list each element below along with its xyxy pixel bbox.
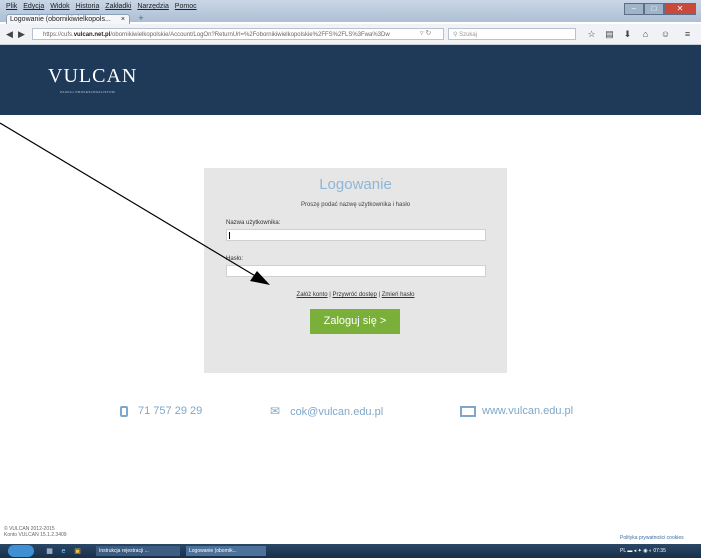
email-contact: ✉ cok@vulcan.edu.pl	[270, 400, 383, 423]
menu-item-bookmarks[interactable]: Zakładki	[105, 3, 131, 10]
reload-icon[interactable]: ▿ ↻	[420, 28, 431, 40]
monitor-icon	[460, 405, 476, 417]
start-button[interactable]	[8, 545, 34, 557]
bookmarks-list-icon[interactable]: ▤	[604, 29, 615, 40]
website-link[interactable]: www.vulcan.edu.pl	[482, 405, 573, 417]
web-contact: www.vulcan.edu.pl	[460, 400, 573, 422]
forward-icon[interactable]: ▶	[16, 29, 27, 40]
password-label: Hasło:	[226, 256, 244, 262]
restore-access-link[interactable]: Przywróć dostęp	[332, 292, 376, 298]
tray-icons: ▬ ◂ ✦ ◉ ◐	[627, 548, 654, 554]
username-field[interactable]	[226, 229, 486, 241]
close-window-button[interactable]: ✕	[664, 3, 696, 15]
mail-icon: ✉	[270, 404, 281, 418]
username-label: Nazwa użytkownika:	[226, 220, 281, 226]
password-field[interactable]	[226, 265, 486, 277]
login-panel: Logowanie Proszę podać nazwę użytkownika…	[204, 168, 507, 373]
browser-tab[interactable]: Logowanie (obornikiwielkopols... ×	[6, 14, 130, 24]
taskbar-item-browser[interactable]: Logowanie (obornik...	[186, 546, 266, 556]
windows-taskbar: ▦ e ▣ Instrukcja rejestracji ... Logowan…	[0, 544, 701, 558]
site-header: VULCAN ZAUFAJ PROFESJONALISTOM	[0, 45, 701, 115]
url-bar[interactable]: https://cufs.vulcan.net.pl/obornikiwielk…	[32, 28, 444, 40]
phone-number: 71 757 29 29	[138, 405, 203, 417]
link-separator: |	[378, 292, 381, 298]
taskbar-item-document[interactable]: Instrukcja rejestracji ...	[96, 546, 180, 556]
menu-item-help[interactable]: Pomoc	[175, 3, 197, 10]
maximize-button[interactable]: □	[644, 3, 664, 15]
menu-item-history[interactable]: Historia	[76, 3, 100, 10]
folder-icon[interactable]: ▣	[72, 546, 83, 557]
bookmark-star-icon[interactable]: ☆	[586, 29, 597, 40]
clock[interactable]: 07:35	[653, 548, 666, 554]
chat-icon[interactable]: ☺	[660, 29, 671, 40]
search-placeholder: Szukaj	[459, 32, 478, 38]
login-button[interactable]: Zaloguj się >	[310, 309, 400, 334]
account-links: Załóż konto | Przywróć dostęp | Zmień ha…	[204, 292, 507, 298]
language-indicator[interactable]: PL	[620, 548, 626, 554]
link-separator: |	[329, 292, 331, 298]
menu-item-edit[interactable]: Edycja	[23, 3, 44, 10]
cookie-policy-link[interactable]: Polityka prywatności cookies	[620, 535, 684, 541]
menu-item-tools[interactable]: Narzędzia	[137, 3, 169, 10]
page-footer: © VULCAN 2012-2015 Konto VULCAN 15.1.2.3…	[4, 526, 67, 538]
create-account-link[interactable]: Załóż konto	[297, 292, 328, 298]
minimize-button[interactable]: –	[624, 3, 644, 15]
search-input[interactable]: ⚲ Szukaj	[448, 28, 576, 40]
menu-bar: Plik Edycja Widok Historia Zakładki Narz…	[6, 3, 201, 10]
home-icon[interactable]: ⌂	[640, 29, 651, 40]
contact-bar: 71 757 29 29 ✉ cok@vulcan.edu.pl www.vulc…	[0, 400, 701, 422]
page-title: Logowanie	[319, 176, 392, 193]
menu-item-view[interactable]: Widok	[50, 3, 69, 10]
back-icon[interactable]: ◀	[4, 29, 15, 40]
ie-icon[interactable]: e	[58, 546, 69, 557]
phone-icon	[120, 405, 128, 417]
vulcan-logo[interactable]: VULCAN	[48, 65, 137, 88]
window-titlebar: Plik Edycja Widok Historia Zakładki Narz…	[0, 0, 701, 24]
phone-contact: 71 757 29 29	[120, 400, 202, 422]
text-cursor	[229, 232, 230, 239]
email-address[interactable]: cok@vulcan.edu.pl	[290, 406, 383, 418]
navigation-bar: ◀ ▶ https://cufs.vulcan.net.pl/obornikiw…	[0, 24, 701, 45]
window-controls: – □ ✕	[624, 3, 696, 15]
explorer-icon[interactable]: ▦	[44, 546, 55, 557]
new-tab-button[interactable]: +	[136, 14, 146, 24]
download-icon[interactable]: ⬇	[622, 29, 633, 40]
url-prefix: https://cufs.	[43, 32, 74, 38]
system-tray: PL ▬ ◂ ✦ ◉ ◐ 07:35	[620, 546, 666, 556]
login-prompt: Proszę podać nazwę użytkownika i hasło	[300, 202, 411, 208]
url-path: /obornikiwielkopolskie/Account/LogOn?Ret…	[110, 32, 390, 38]
version-text: Konto VULCAN 15.1.2.3409	[4, 532, 67, 538]
tab-title: Logowanie (obornikiwielkopols...	[10, 16, 111, 23]
change-password-link[interactable]: Zmień hasło	[382, 292, 415, 298]
logo-tagline: ZAUFAJ PROFESJONALISTOM	[60, 90, 115, 94]
menu-item-file[interactable]: Plik	[6, 3, 17, 10]
url-domain: vulcan.net.pl	[73, 32, 111, 38]
menu-icon[interactable]: ≡	[682, 29, 693, 40]
